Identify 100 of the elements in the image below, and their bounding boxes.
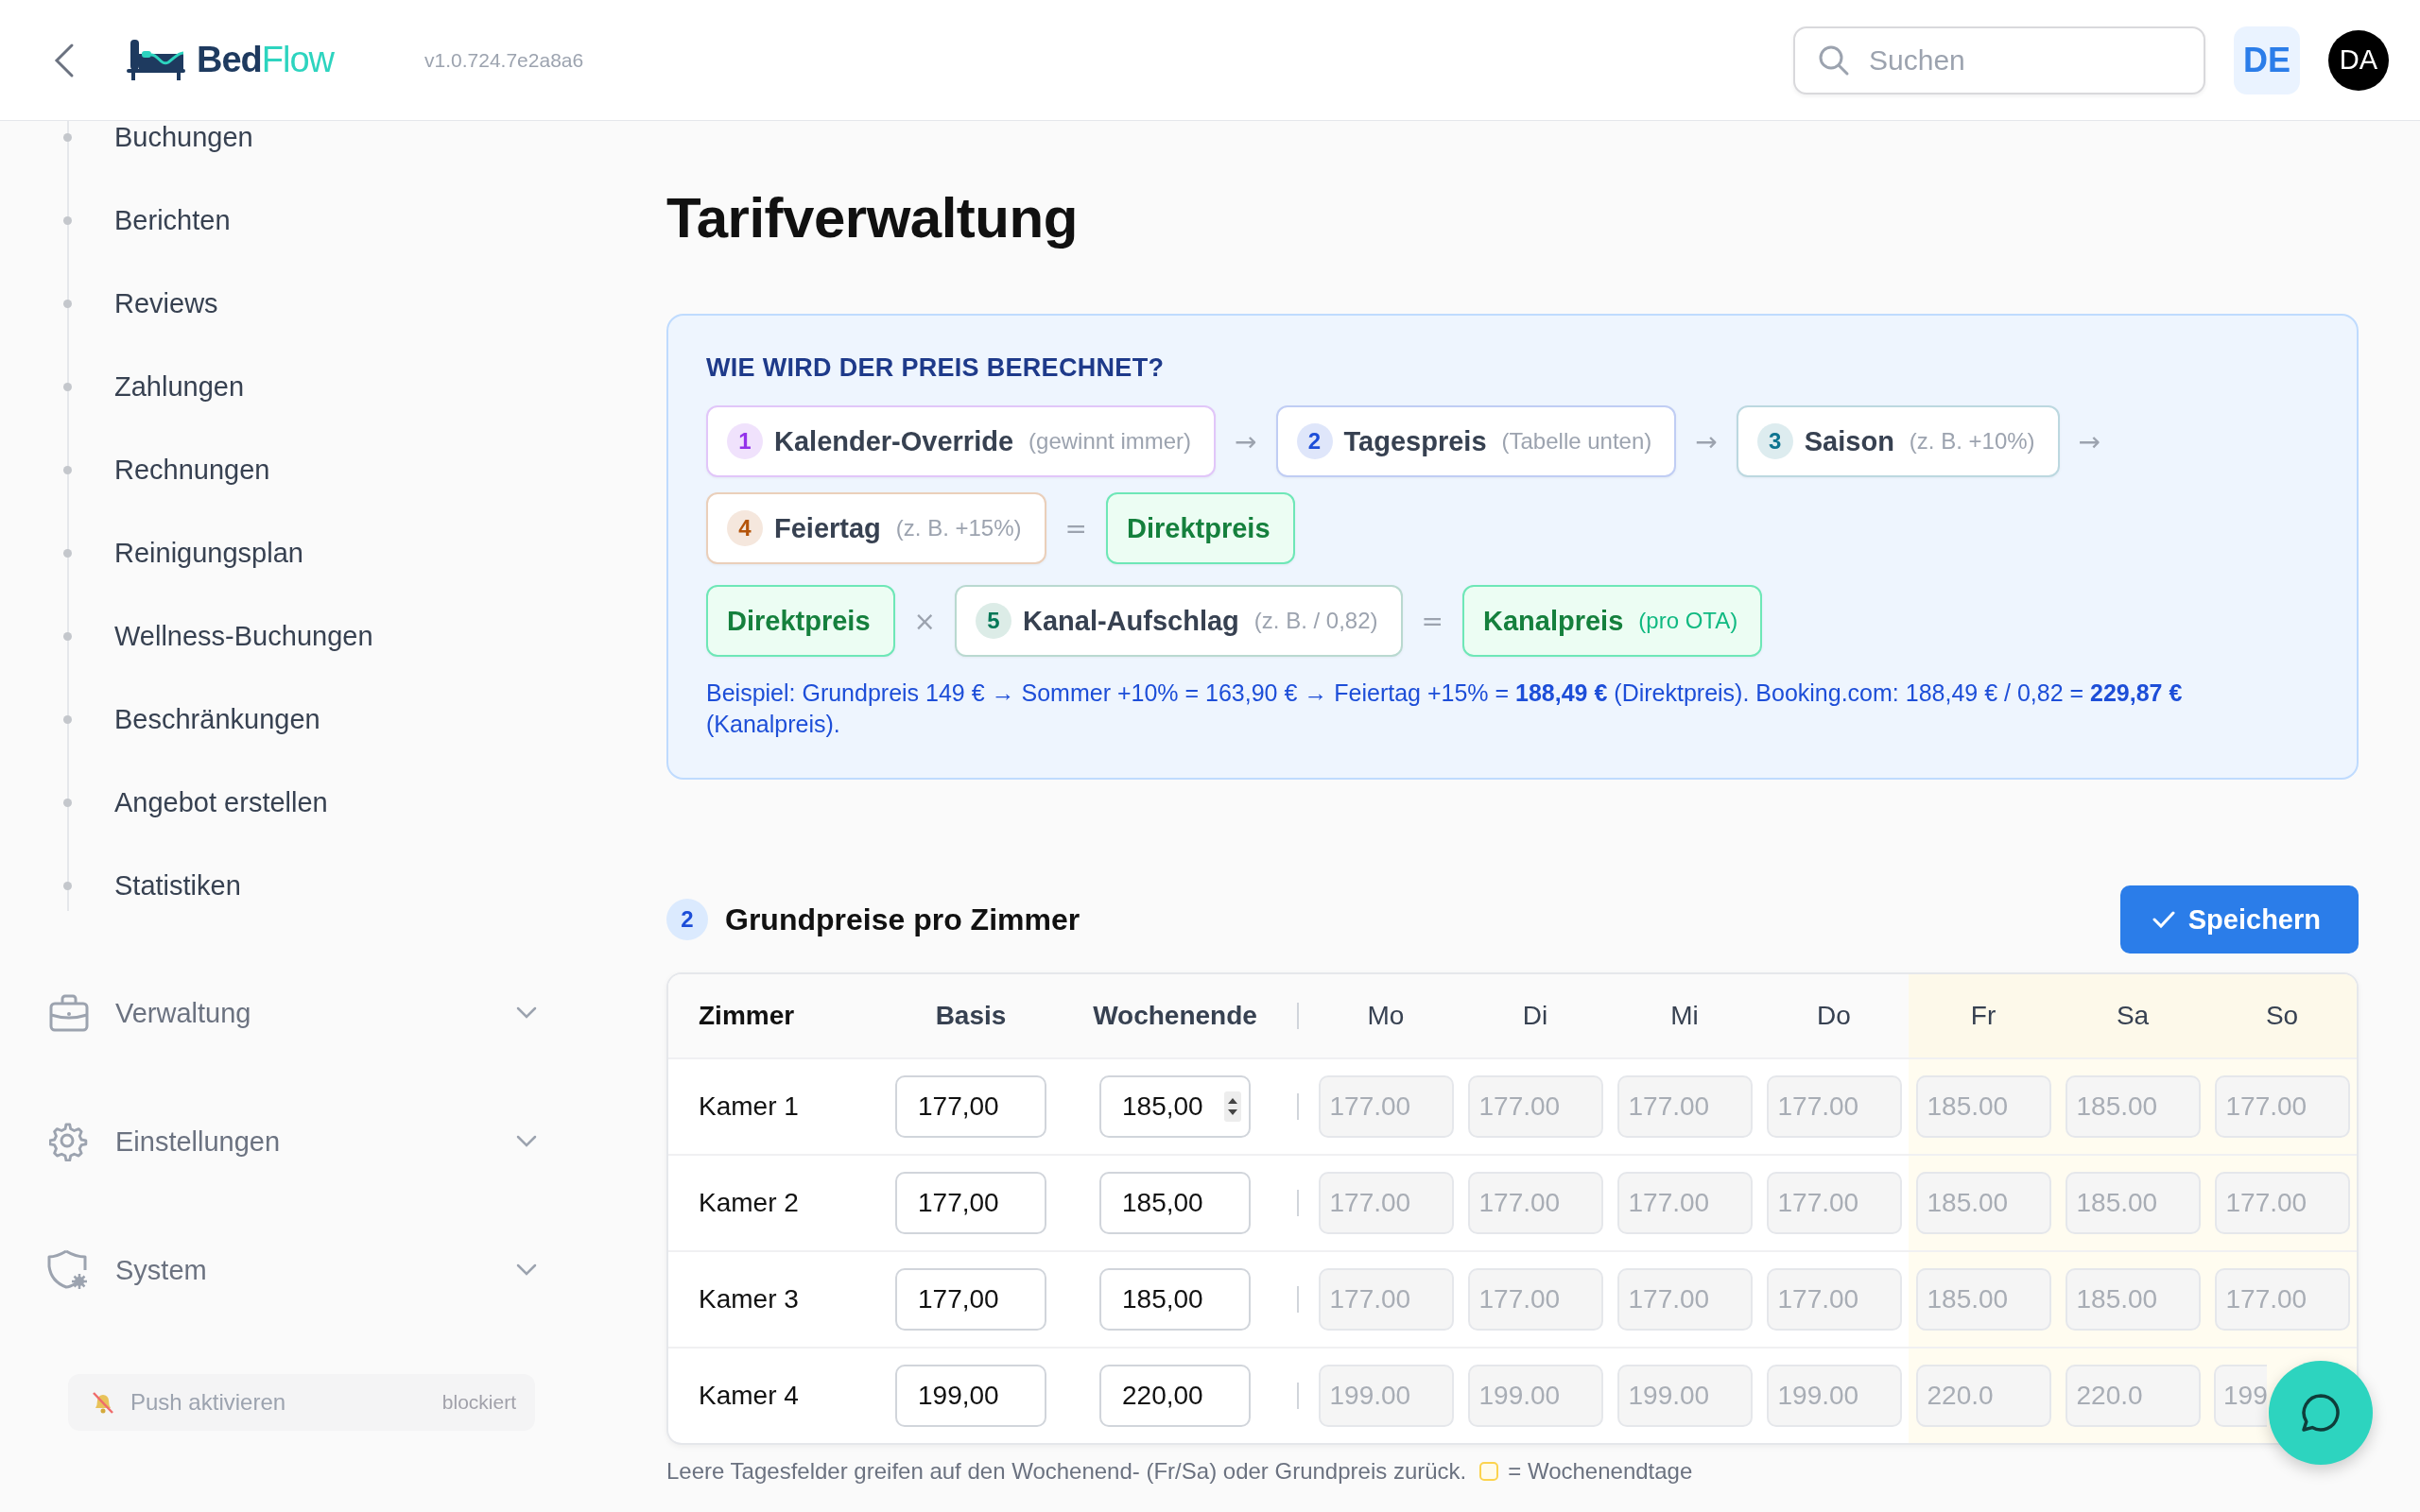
day-price-input[interactable]: 177.00 bbox=[1616, 1268, 1753, 1331]
section-title: Grundpreise pro Zimmer bbox=[725, 902, 1081, 937]
day-price-input[interactable]: 185.00 bbox=[2065, 1268, 2201, 1331]
step-number: 3 bbox=[1756, 423, 1793, 459]
price-input[interactable]: 185,00 bbox=[1099, 1172, 1251, 1234]
day-price-input[interactable]: 185.00 bbox=[1915, 1075, 2051, 1138]
column-header: Fr bbox=[1909, 974, 2058, 1059]
nav-item[interactable]: Angebot erstellen bbox=[114, 786, 328, 818]
step-pill: 4 Feiertag (z. B. +15%) bbox=[706, 492, 1046, 564]
day-price-input[interactable]: 177.00 bbox=[1616, 1172, 1753, 1234]
bullet-dot bbox=[63, 549, 72, 558]
operator-symbol: → bbox=[2077, 425, 2102, 457]
step-number: 4 bbox=[727, 510, 763, 546]
nav-group[interactable]: System bbox=[115, 1254, 516, 1286]
briefcase-icon bbox=[49, 994, 89, 1032]
bullet-dot bbox=[63, 300, 72, 308]
step-pill: 5 Kanal-Aufschlag (z. B. / 0,82) bbox=[955, 585, 1403, 657]
price-input[interactable]: 185,00 bbox=[1099, 1268, 1251, 1331]
day-price-input[interactable]: 185.00 bbox=[1915, 1172, 2051, 1234]
result-pill: Kanalpreis (pro OTA) bbox=[1462, 585, 1763, 657]
bullet-dot bbox=[63, 632, 72, 641]
column-header: Wochenende bbox=[1065, 974, 1285, 1059]
nav-item[interactable]: Rechnungen bbox=[114, 454, 270, 486]
nav-item[interactable]: Buchungen bbox=[114, 121, 253, 153]
example-text: Beispiel: Grundpreis 149 € → Sommer +10% = 163,90 € → Feiertag +15% = 188,49 € (Direktpreis). Booking.com: 188,49 € / 0,82 = 229,87 € (Kanalpreis). bbox=[706, 679, 2184, 739]
footnote-text: Leere Tagesfelder greifen auf den Wochenend- (Fr/Sa) oder Grundpreis zurück. bbox=[666, 1458, 1467, 1485]
day-price-input[interactable]: 199.00 bbox=[1766, 1365, 1902, 1427]
day-price-input[interactable]: 177.00 bbox=[1467, 1172, 1603, 1234]
step-number: 1 bbox=[727, 423, 763, 459]
day-price-input[interactable]: 177.00 bbox=[2214, 1172, 2350, 1234]
nav-group[interactable]: Einstellungen bbox=[115, 1125, 516, 1158]
check-icon bbox=[2152, 910, 2175, 929]
price-input[interactable]: 220,00 bbox=[1099, 1365, 1251, 1427]
day-price-input[interactable]: 220.0 bbox=[2065, 1365, 2201, 1427]
day-price-input[interactable]: 177.00 bbox=[1318, 1172, 1454, 1234]
user-avatar[interactable]: DA bbox=[2328, 29, 2389, 91]
nav-item[interactable]: Beschränkungen bbox=[114, 703, 320, 735]
day-price-input[interactable]: 177.00 bbox=[1616, 1075, 1753, 1138]
operator-symbol: = bbox=[1420, 605, 1444, 637]
day-price-input[interactable]: 185.00 bbox=[1915, 1268, 2051, 1331]
day-price-input[interactable]: 199 bbox=[2214, 1365, 2267, 1427]
column-header: Zimmer bbox=[668, 974, 876, 1059]
day-price-input[interactable]: 177.00 bbox=[1766, 1075, 1902, 1138]
price-input[interactable]: 177,00 bbox=[895, 1075, 1046, 1138]
bullet-dot bbox=[63, 466, 72, 474]
day-price-input[interactable]: 177.00 bbox=[2214, 1075, 2350, 1138]
nav-item[interactable]: Wellness-Buchungen bbox=[114, 620, 373, 652]
spinner-icon[interactable] bbox=[1224, 1091, 1241, 1122]
bullet-dot bbox=[63, 383, 72, 391]
bullet-dot bbox=[63, 799, 72, 807]
day-price-input[interactable]: 177.00 bbox=[1766, 1172, 1902, 1234]
info-title: WIE WIRD DER PREIS BERECHNET? bbox=[706, 353, 1166, 383]
operator-symbol: = bbox=[1063, 512, 1088, 544]
room-name: Kamer 4 bbox=[698, 1380, 800, 1412]
day-price-input[interactable]: 185.00 bbox=[2065, 1172, 2201, 1234]
nav-item[interactable]: Reinigungsplan bbox=[114, 537, 303, 569]
step-pill: 1 Kalender-Override (gewinnt immer) bbox=[706, 405, 1217, 477]
day-price-input[interactable]: 177.00 bbox=[2214, 1268, 2350, 1331]
column-header: So bbox=[2207, 974, 2357, 1059]
chat-button[interactable] bbox=[2269, 1361, 2373, 1465]
day-price-input[interactable]: 199.00 bbox=[1318, 1365, 1454, 1427]
speech-bubble-icon bbox=[2300, 1392, 2342, 1434]
day-price-input[interactable]: 220.0 bbox=[1915, 1365, 2051, 1427]
search-field[interactable]: Suchen bbox=[1793, 26, 2205, 94]
step-pill: 2 Tagespreis (Tabelle unten) bbox=[1275, 405, 1677, 477]
page-title: Tarifverwaltung bbox=[666, 185, 1078, 251]
day-price-input[interactable]: 177.00 bbox=[1318, 1075, 1454, 1138]
day-price-input[interactable]: 199.00 bbox=[1616, 1365, 1753, 1427]
nav-group[interactable]: Verwaltung bbox=[115, 997, 516, 1029]
step-pill: 3 Saison (z. B. +10%) bbox=[1736, 405, 2060, 477]
day-price-input[interactable]: 185.00 bbox=[2065, 1075, 2201, 1138]
status-text: blockiert bbox=[441, 1391, 516, 1414]
bed-logo-icon bbox=[127, 39, 185, 81]
logo-text: BedFlow bbox=[197, 40, 335, 80]
push-label: Push aktivieren bbox=[130, 1389, 287, 1416]
day-price-input[interactable]: 199.00 bbox=[1467, 1365, 1603, 1427]
operator-symbol: × bbox=[912, 605, 937, 637]
bullet-dot bbox=[63, 133, 72, 142]
column-header: Mo bbox=[1311, 974, 1461, 1059]
save-button[interactable]: Speichern bbox=[2119, 885, 2359, 954]
column-header: Basis bbox=[876, 974, 1065, 1059]
price-input[interactable]: 199,00 bbox=[895, 1365, 1046, 1427]
language-button[interactable]: DE bbox=[2234, 26, 2300, 94]
nav-item[interactable]: Reviews bbox=[114, 287, 218, 319]
day-price-input[interactable]: 177.00 bbox=[1467, 1075, 1603, 1138]
day-price-input[interactable]: 177.00 bbox=[1318, 1268, 1454, 1331]
nav-item[interactable]: Zahlungen bbox=[114, 370, 245, 403]
price-input[interactable]: 177,00 bbox=[895, 1268, 1046, 1331]
price-input[interactable]: 177,00 bbox=[895, 1172, 1046, 1234]
day-price-input[interactable]: 177.00 bbox=[1467, 1268, 1603, 1331]
nav-item[interactable]: Statistiken bbox=[114, 869, 241, 902]
room-name: Kamer 2 bbox=[668, 1156, 876, 1252]
day-price-input[interactable]: 177.00 bbox=[1766, 1268, 1902, 1331]
price-input[interactable]: 185,00 bbox=[1099, 1075, 1251, 1138]
column-header: Sa bbox=[2058, 974, 2207, 1059]
nav-item[interactable]: Berichten bbox=[114, 204, 231, 236]
step-number: 5 bbox=[976, 603, 1011, 639]
bullet-dot bbox=[63, 216, 72, 225]
room-name: Kamer 3 bbox=[668, 1252, 876, 1349]
settings-icon bbox=[49, 1122, 89, 1161]
